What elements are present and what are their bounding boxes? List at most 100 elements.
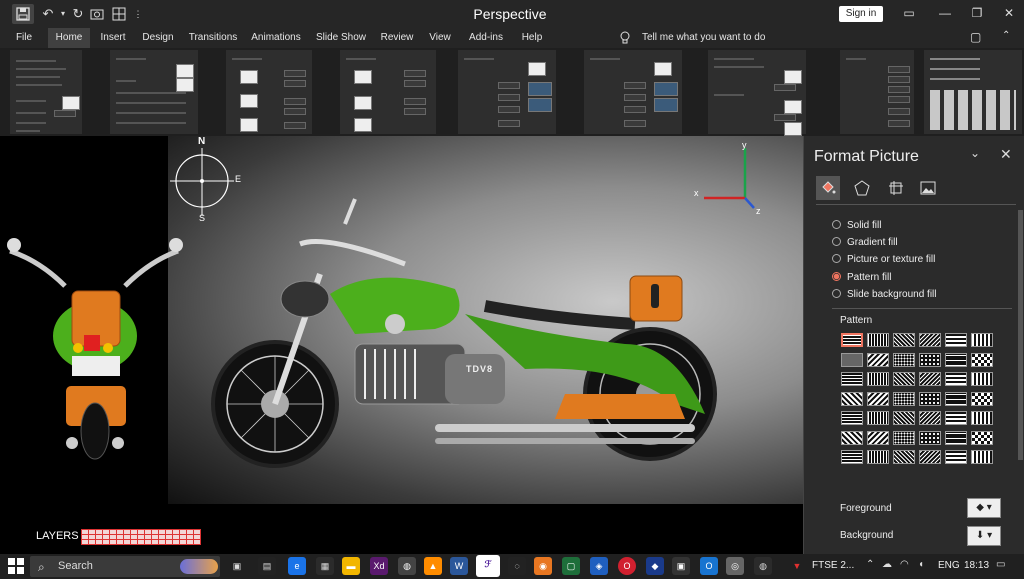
pattern-swatch[interactable] (945, 391, 967, 406)
pattern-swatch[interactable] (841, 352, 863, 367)
outlook-icon[interactable]: O (700, 557, 718, 575)
opera-icon[interactable]: O (618, 557, 636, 575)
notifications-icon[interactable]: ▭ (996, 559, 1005, 570)
pattern-swatch[interactable] (919, 411, 941, 425)
pattern-swatch[interactable] (919, 430, 941, 445)
app-icon[interactable]: ▢ (562, 557, 580, 575)
ribbon-panel-fill[interactable] (10, 50, 82, 134)
pattern-swatch[interactable] (867, 352, 889, 367)
pattern-swatch[interactable] (971, 450, 993, 464)
undo-icon[interactable]: ↶ (38, 4, 58, 24)
slide-canvas[interactable]: N E S y x z TDV8 LAYERS (0, 136, 803, 554)
pattern-swatch[interactable] (893, 333, 915, 347)
pattern-swatch[interactable] (893, 430, 915, 445)
pattern-swatch[interactable] (919, 391, 941, 406)
chevron-down-icon[interactable]: ⌄ (970, 146, 980, 160)
fill-option-solid[interactable]: Solid fill (832, 220, 881, 234)
redo-icon[interactable]: ↻ (70, 4, 86, 24)
pattern-swatch[interactable] (945, 450, 967, 464)
ribbon-panel-shadow[interactable] (110, 50, 198, 134)
pane-scrollbar[interactable] (1018, 210, 1023, 460)
pattern-swatch[interactable] (919, 352, 941, 367)
app-icon[interactable]: ▣ (672, 557, 690, 575)
widgets-icon[interactable]: ▤ (258, 557, 276, 575)
app-icon[interactable]: ◈ (590, 557, 608, 575)
ribbon-panel-3d-format[interactable] (226, 50, 312, 134)
close-icon[interactable]: ✕ (994, 2, 1024, 24)
restore-icon[interactable]: ❐ (962, 2, 992, 24)
tab-design[interactable]: Design (138, 28, 178, 48)
pattern-swatch[interactable] (919, 372, 941, 386)
ribbon-collapse-icon[interactable]: ⌃ (1002, 30, 1010, 41)
cloud-icon[interactable]: ☁ (882, 559, 892, 570)
pattern-swatch[interactable] (945, 430, 967, 445)
radio-pattern-fill[interactable] (832, 272, 841, 281)
fill-option-gradient[interactable]: Gradient fill (832, 237, 898, 251)
ribbon-panel-3d-rotation-2[interactable] (584, 50, 682, 134)
pattern-swatch[interactable] (971, 333, 993, 347)
grid-icon[interactable] (110, 4, 128, 24)
app-icon[interactable]: ◍ (398, 557, 416, 575)
pattern-swatch[interactable] (867, 391, 889, 406)
ribbon-panel-3d-rotation[interactable] (458, 50, 556, 134)
app-icon[interactable]: ◍ (754, 557, 772, 575)
chevron-up-icon[interactable]: ⌃ (866, 559, 874, 570)
language-indicator[interactable]: ENG (938, 560, 960, 571)
sign-in-button[interactable]: Sign in (839, 6, 883, 22)
tab-review[interactable]: Review (378, 28, 416, 48)
pattern-swatch[interactable] (841, 430, 863, 445)
pattern-swatch[interactable] (971, 411, 993, 425)
tab-add-ins[interactable]: Add-ins (464, 28, 508, 48)
pattern-swatch[interactable] (841, 391, 863, 406)
pattern-swatch[interactable] (945, 333, 967, 347)
app-icon[interactable]: ◎ (726, 557, 744, 575)
volume-icon[interactable]: ◖ (918, 559, 924, 570)
perspective-app-icon[interactable]: ℱ (476, 555, 500, 577)
fill-option-picture-texture[interactable]: Picture or texture fill (832, 254, 935, 268)
ribbon-panel-3d-format-2[interactable] (340, 50, 436, 134)
ribbon-panel-arrange[interactable] (924, 50, 1022, 134)
size-layout-icon[interactable] (884, 176, 908, 200)
app-icon[interactable]: ◌ (508, 557, 526, 575)
pattern-swatch[interactable] (867, 450, 889, 464)
word-icon[interactable]: W (450, 557, 468, 575)
pattern-swatch[interactable] (867, 333, 889, 347)
pattern-swatch[interactable] (841, 450, 863, 464)
pentagon-icon[interactable] (850, 176, 874, 200)
pattern-swatch[interactable] (919, 450, 941, 464)
pattern-swatch[interactable] (893, 372, 915, 386)
task-view-icon[interactable]: ▣ (228, 557, 246, 575)
picture-icon[interactable] (916, 176, 940, 200)
tab-help[interactable]: Help (516, 28, 548, 48)
radio-picture-texture-fill[interactable] (832, 254, 841, 263)
xd-app-icon[interactable]: Xd (370, 557, 388, 575)
layers-strip[interactable] (81, 529, 201, 545)
pattern-swatch[interactable] (971, 391, 993, 406)
blender-icon[interactable]: ◉ (534, 557, 552, 575)
close-icon[interactable]: ✕ (1000, 146, 1012, 163)
background-color-picker[interactable]: ⬇ ▾ (967, 526, 1001, 546)
pattern-swatch[interactable] (919, 333, 941, 347)
ribbon-options-icon[interactable]: ▭ (894, 2, 924, 24)
pattern-swatch[interactable] (867, 430, 889, 445)
pattern-swatch[interactable] (971, 352, 993, 367)
pattern-swatch[interactable] (971, 430, 993, 445)
pattern-swatch[interactable] (971, 372, 993, 386)
foreground-color-picker[interactable]: ◆ ▾ (967, 498, 1001, 518)
pattern-swatch[interactable] (841, 372, 863, 386)
taskbar-search-box[interactable]: ⌕ Search (30, 556, 220, 577)
wifi-icon[interactable]: ◠ (900, 559, 909, 570)
stock-ticker[interactable]: FTSE 2... (812, 560, 854, 571)
clock[interactable]: 18:13 (964, 560, 989, 571)
pattern-swatch[interactable] (893, 391, 915, 406)
pattern-swatch[interactable] (893, 411, 915, 425)
radio-gradient-fill[interactable] (832, 237, 841, 246)
pattern-swatch[interactable] (945, 372, 967, 386)
tab-file[interactable]: File (8, 28, 40, 48)
store-icon[interactable]: ▦ (316, 557, 334, 575)
pattern-swatch[interactable] (893, 450, 915, 464)
fill-bucket-icon[interactable] (816, 176, 840, 200)
tab-animations[interactable]: Animations (248, 28, 304, 48)
fill-option-slide-background[interactable]: Slide background fill (832, 289, 937, 303)
tab-home[interactable]: Home (48, 28, 90, 48)
